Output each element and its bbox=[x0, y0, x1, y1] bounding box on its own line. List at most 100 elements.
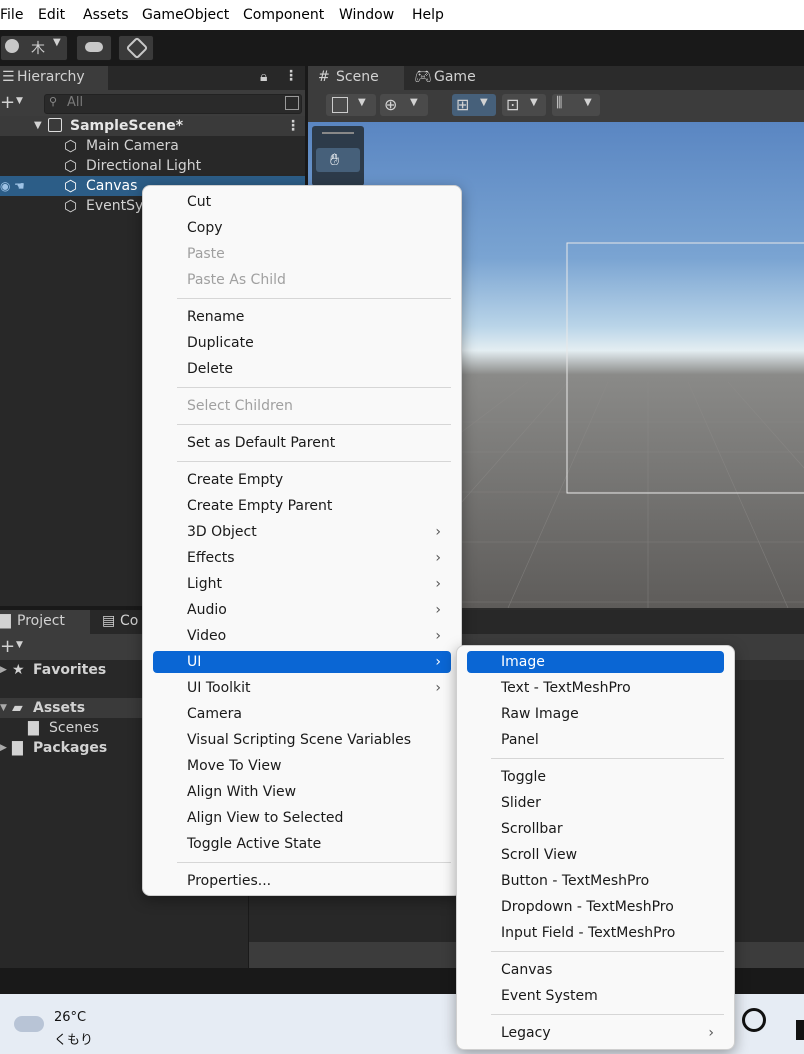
menu-item-properties[interactable]: Properties... bbox=[153, 870, 451, 892]
cloud-button[interactable] bbox=[76, 35, 112, 61]
menu-item-set-default-parent[interactable]: Set as Default Parent bbox=[153, 432, 451, 454]
scene-row[interactable]: ▼ SampleScene* ⋮ bbox=[0, 116, 305, 136]
menu-gameobject[interactable]: GameObject bbox=[142, 7, 229, 23]
menu-item-align-with-view[interactable]: Align With View bbox=[153, 781, 451, 803]
menu-item-audio[interactable]: Audio › bbox=[153, 599, 451, 621]
menu-item-create-empty[interactable]: Create Empty bbox=[153, 469, 451, 491]
star-icon: ★ bbox=[12, 662, 25, 678]
menu-file[interactable]: File bbox=[0, 7, 23, 23]
taskbar-app-icon[interactable] bbox=[796, 1020, 804, 1040]
menu-item-cut[interactable]: Cut bbox=[153, 191, 451, 213]
submenu-item-scroll-view[interactable]: Scroll View bbox=[467, 844, 724, 866]
weather-desc: くもり bbox=[54, 1033, 94, 1048]
gameobject-cube-icon: ⬡ bbox=[64, 157, 78, 175]
submenu-item-image[interactable]: Image bbox=[467, 651, 724, 673]
submenu-item-event-system[interactable]: Event System bbox=[467, 985, 724, 1007]
grid-snap-button[interactable]: ⊞ ▼ bbox=[452, 94, 496, 116]
menu-item-duplicate[interactable]: Duplicate bbox=[153, 332, 451, 354]
menu-bar: File Edit Assets GameObject Component Wi… bbox=[0, 0, 804, 30]
kebab-menu-icon[interactable]: ⋮ bbox=[286, 116, 300, 136]
hand-icon: ✋︎ bbox=[330, 150, 340, 169]
menu-window[interactable]: Window bbox=[339, 7, 394, 23]
menu-item-delete[interactable]: Delete bbox=[153, 358, 451, 380]
menu-separator bbox=[491, 951, 724, 952]
console-tab-label: Co bbox=[120, 613, 139, 629]
submenu-item-toggle[interactable]: Toggle bbox=[467, 766, 724, 788]
tab-game[interactable]: 🎮︎ Game bbox=[408, 66, 498, 90]
visibility-eye-icon[interactable]: ◉ bbox=[0, 176, 10, 196]
list-icon: ☰ bbox=[2, 69, 15, 85]
menu-item-copy[interactable]: Copy bbox=[153, 217, 451, 239]
collab-button[interactable] bbox=[118, 35, 154, 61]
tab-scene[interactable]: # Scene bbox=[308, 66, 404, 90]
scene-view-globe-button[interactable]: ⊕ ▼ bbox=[380, 94, 428, 116]
submenu-item-legacy[interactable]: Legacy › bbox=[467, 1022, 724, 1044]
tab-project[interactable]: ▇ Project bbox=[0, 610, 90, 634]
menu-item-video[interactable]: Video › bbox=[153, 625, 451, 647]
tree-label: Favorites bbox=[33, 662, 107, 678]
chevron-down-icon[interactable]: ▼ bbox=[16, 640, 23, 650]
snap-icon: ⊡ bbox=[506, 95, 520, 114]
gizmo-ruler-button[interactable]: ⫼ ▼ bbox=[552, 94, 600, 116]
menu-item-move-to-view[interactable]: Move To View bbox=[153, 755, 451, 777]
menu-item-create-empty-parent[interactable]: Create Empty Parent bbox=[153, 495, 451, 517]
hierarchy-item-directional-light[interactable]: ⬡ Directional Light bbox=[0, 156, 305, 176]
menu-item-rename[interactable]: Rename bbox=[153, 306, 451, 328]
weather-widget[interactable]: 26°C くもり bbox=[10, 1010, 190, 1050]
menu-item-effects[interactable]: Effects › bbox=[153, 547, 451, 569]
menu-edit[interactable]: Edit bbox=[38, 7, 65, 23]
menu-item-3d-object[interactable]: 3D Object › bbox=[153, 521, 451, 543]
menu-item-paste: Paste bbox=[187, 246, 225, 262]
ui-submenu: Image Text - TextMeshPro Raw Image Panel… bbox=[456, 645, 735, 1050]
menu-item-light[interactable]: Light › bbox=[153, 573, 451, 595]
add-icon[interactable]: + bbox=[0, 636, 15, 657]
snap-increment-button[interactable]: ⊡ ▼ bbox=[502, 94, 546, 116]
hand-tool-button[interactable]: ✋︎ bbox=[316, 148, 360, 172]
pickable-hand-icon[interactable]: ☚ bbox=[14, 176, 25, 196]
submenu-item-raw-image[interactable]: Raw Image bbox=[467, 703, 724, 725]
draw-mode-button[interactable]: ▼ bbox=[326, 94, 376, 116]
menu-separator bbox=[177, 461, 451, 462]
gameobject-cube-icon: ⬡ bbox=[64, 177, 78, 195]
chevron-down-icon: ▼ bbox=[53, 37, 61, 48]
expand-arrow-icon[interactable]: ▼ bbox=[0, 698, 7, 718]
menu-item-ui-toolkit[interactable]: UI Toolkit › bbox=[153, 677, 451, 699]
account-button[interactable]: 木 ▼ bbox=[0, 35, 68, 61]
submenu-item-panel[interactable]: Panel bbox=[467, 729, 724, 751]
hierarchy-item-main-camera[interactable]: ⬡ Main Camera bbox=[0, 136, 305, 156]
tree-label: Scenes bbox=[49, 720, 99, 736]
submenu-item-scrollbar[interactable]: Scrollbar bbox=[467, 818, 724, 840]
menu-item-camera[interactable]: Camera bbox=[153, 703, 451, 725]
menu-component[interactable]: Component bbox=[243, 7, 324, 23]
expand-arrow-icon[interactable]: ▼ bbox=[34, 116, 42, 136]
submenu-item-slider[interactable]: Slider bbox=[467, 792, 724, 814]
submenu-item-canvas[interactable]: Canvas bbox=[467, 959, 724, 981]
chevron-down-icon[interactable]: ▼ bbox=[16, 96, 23, 106]
menu-separator bbox=[491, 758, 724, 759]
submenu-item-input-field-textmeshpro[interactable]: Input Field - TextMeshPro bbox=[467, 922, 724, 944]
chevron-right-icon: › bbox=[435, 680, 441, 696]
drag-handle-icon[interactable] bbox=[322, 132, 354, 134]
expand-arrow-icon[interactable]: ▶ bbox=[0, 660, 7, 680]
lock-icon[interactable]: 🔒︎ bbox=[260, 69, 267, 85]
submenu-item-text-textmeshpro[interactable]: Text - TextMeshPro bbox=[467, 677, 724, 699]
menu-item-align-view-to-selected[interactable]: Align View to Selected bbox=[153, 807, 451, 829]
search-icon[interactable] bbox=[742, 1008, 766, 1032]
menu-item-toggle-active-state[interactable]: Toggle Active State bbox=[153, 833, 451, 855]
menu-item-ui[interactable]: UI › bbox=[153, 651, 451, 673]
hierarchy-item-label: Directional Light bbox=[86, 158, 202, 174]
menu-item-visual-scripting-scene-variables[interactable]: Visual Scripting Scene Variables bbox=[153, 729, 451, 751]
menu-assets[interactable]: Assets bbox=[83, 7, 129, 23]
expand-arrow-icon[interactable]: ▶ bbox=[0, 738, 7, 758]
submenu-item-button-textmeshpro[interactable]: Button - TextMeshPro bbox=[467, 870, 724, 892]
weather-temp: 26°C bbox=[54, 1010, 87, 1025]
menu-help[interactable]: Help bbox=[412, 7, 444, 23]
tab-hierarchy[interactable]: ☰ Hierarchy bbox=[0, 66, 108, 90]
kebab-menu-icon[interactable]: ⋮ bbox=[284, 68, 298, 84]
gameobject-cube-icon: ⬡ bbox=[64, 137, 78, 155]
submenu-item-dropdown-textmeshpro[interactable]: Dropdown - TextMeshPro bbox=[467, 896, 724, 918]
add-icon[interactable]: + bbox=[0, 92, 15, 113]
search-filter-icon[interactable] bbox=[285, 96, 299, 110]
account-label: 木 bbox=[31, 41, 45, 57]
hierarchy-search-input[interactable]: ⚲ All bbox=[44, 94, 302, 114]
